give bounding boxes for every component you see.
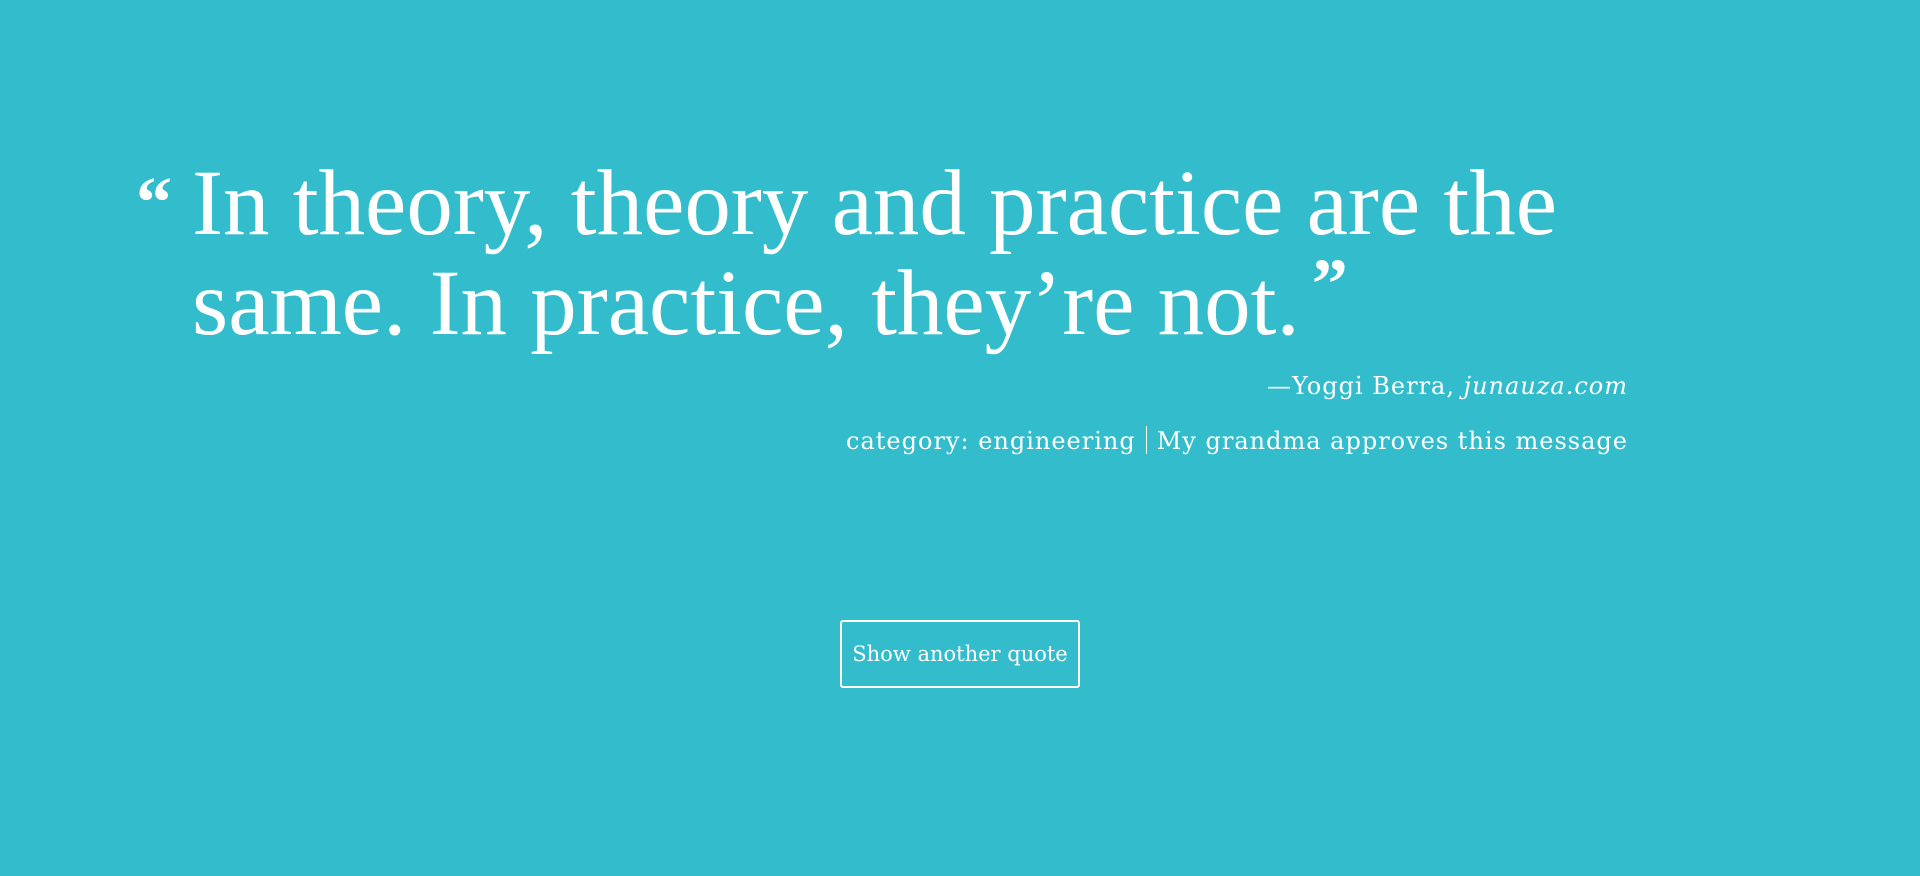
quote-text: In theory, theory and practice are the s… [192, 152, 1558, 355]
quote-row: “ In theory, theory and practice are the… [136, 157, 1628, 350]
open-quote-icon: “ [136, 162, 172, 242]
approval-note: My grandma approves this message [1156, 427, 1628, 455]
show-another-quote-button[interactable]: Show another quote [840, 620, 1080, 688]
quote-attribution: —Yoggi Berra, junauza.com [1267, 372, 1628, 400]
close-quote-icon: ” [1311, 244, 1348, 324]
quote-meta: category: engineering My grandma approves… [846, 426, 1628, 455]
category-label: category: engineering [846, 427, 1136, 455]
source-site: junauza.com [1463, 372, 1628, 400]
author-name: —Yoggi Berra, [1267, 372, 1455, 400]
quote-block: “ In theory, theory and practice are the… [136, 157, 1628, 350]
quote-text-container: In theory, theory and practice are the s… [192, 157, 1612, 350]
meta-divider [1145, 426, 1147, 454]
